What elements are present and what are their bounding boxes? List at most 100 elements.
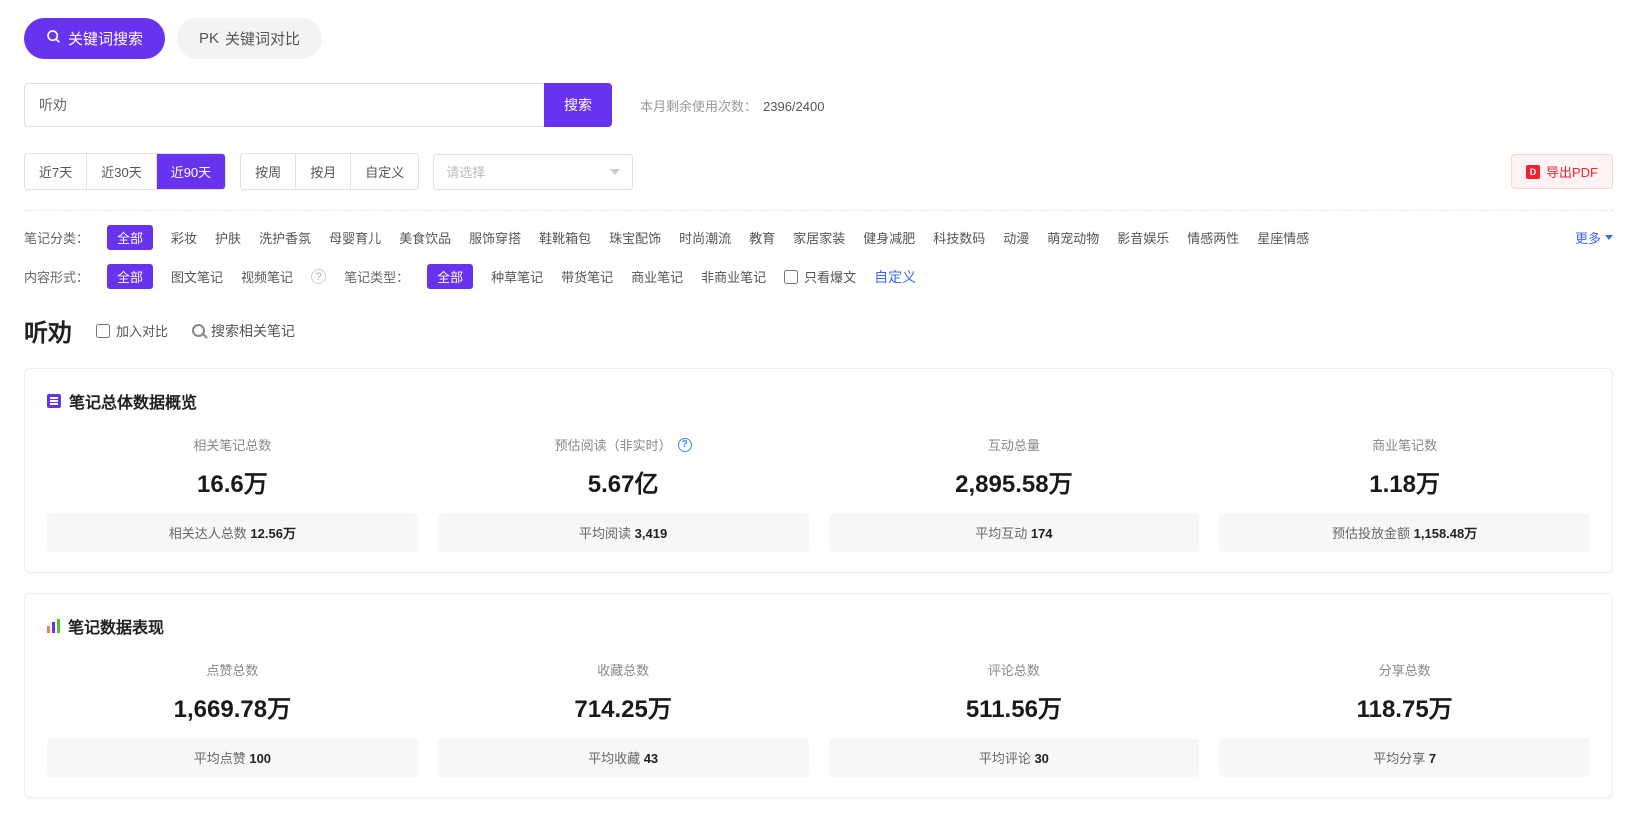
metric-item: 互动总量 2,895.58万 平均互动 174 [829,435,1200,552]
search-input[interactable] [24,83,544,127]
tab-label: 关键词搜索 [68,28,143,49]
metric-value: 1.18万 [1219,464,1590,499]
metric-value: 1,669.78万 [47,689,418,724]
metric-value: 118.75万 [1219,689,1590,724]
metric-item: 相关笔记总数 16.6万 相关达人总数 12.56万 [47,435,418,552]
metric-value: 714.25万 [438,689,809,724]
overview-card: 笔记总体数据概览 相关笔记总数 16.6万 相关达人总数 12.56万 预估阅读… [24,368,1613,573]
metric-sub: 相关达人总数 12.56万 [47,513,418,552]
metric-item: 点赞总数 1,669.78万 平均点赞 100 [47,660,418,777]
metric-item: 预估阅读（非实时）? 5.67亿 平均阅读 3,419 [438,435,809,552]
note-type-item[interactable]: 商业笔记 [631,267,683,286]
content-form-item[interactable]: 视频笔记 [241,267,293,286]
metric-value: 16.6万 [47,464,418,499]
list-icon [47,394,61,408]
category-item[interactable]: 珠宝配饰 [609,228,661,247]
category-item[interactable]: 影音娱乐 [1117,228,1169,247]
category-item[interactable]: 美食饮品 [399,228,451,247]
divider [24,210,1613,211]
metric-sub: 平均收藏 43 [438,738,809,777]
time-range-group: 近7天 近30天 近90天 [24,153,226,190]
info-icon[interactable]: ? [678,438,692,452]
category-item[interactable]: 动漫 [1003,228,1029,247]
metric-label: 点赞总数 [206,660,258,679]
metric-label: 收藏总数 [597,660,649,679]
note-type-item[interactable]: 带货笔记 [561,267,613,286]
search-related-notes[interactable]: 搜索相关笔记 [192,321,295,341]
hot-custom-link[interactable]: 自定义 [874,267,916,287]
content-and-type-row: 内容形式： 全部 图文笔记 视频笔记 ? 笔记类型： 全部 种草笔记 带货笔记 … [24,264,1613,289]
category-item[interactable]: 服饰穿搭 [469,228,521,247]
chevron-down-icon [610,169,620,175]
pk-prefix: PK [199,30,219,47]
search-icon [192,324,205,337]
category-item[interactable]: 健身减肥 [863,228,915,247]
content-form-all[interactable]: 全部 [107,264,153,289]
category-item[interactable]: 教育 [749,228,775,247]
note-type-item[interactable]: 种草笔记 [491,267,543,286]
category-more[interactable]: 更多 [1575,228,1613,247]
time-range-30d[interactable]: 近30天 [87,154,156,189]
search-icon [46,29,62,49]
category-item[interactable]: 护肤 [215,228,241,247]
metric-value: 511.56万 [829,689,1200,724]
time-range-7d[interactable]: 近7天 [25,154,87,189]
category-item[interactable]: 彩妆 [171,228,197,247]
granularity-custom[interactable]: 自定义 [351,154,418,189]
tab-keyword-search[interactable]: 关键词搜索 [24,18,165,59]
hot-only-checkbox[interactable]: 只看爆文 [784,267,856,286]
help-icon[interactable]: ? [311,269,326,284]
metric-sub: 平均评论 30 [829,738,1200,777]
performance-card: 笔记数据表现 点赞总数 1,669.78万 平均点赞 100 收藏总数 714.… [24,593,1613,798]
granularity-month[interactable]: 按月 [296,154,351,189]
category-item[interactable]: 科技数码 [933,228,985,247]
note-type-all[interactable]: 全部 [427,264,473,289]
content-form-item[interactable]: 图文笔记 [171,267,223,286]
category-item[interactable]: 萌宠动物 [1047,228,1099,247]
note-type-item[interactable]: 非商业笔记 [701,267,766,286]
category-item[interactable]: 母婴育儿 [329,228,381,247]
metric-sub: 平均阅读 3,419 [438,513,809,552]
metric-label: 分享总数 [1379,660,1431,679]
metric-value: 2,895.58万 [829,464,1200,499]
date-select[interactable]: 请选择 [433,154,633,190]
metric-item: 分享总数 118.75万 平均分享 7 [1219,660,1590,777]
metric-item: 收藏总数 714.25万 平均收藏 43 [438,660,809,777]
metric-label: 预估阅读（非实时）? [555,435,692,454]
category-all[interactable]: 全部 [107,225,153,250]
time-range-90d[interactable]: 近90天 [157,154,225,189]
card-title: 笔记总体数据概览 [47,389,1590,413]
bar-chart-icon [47,619,60,633]
filter-label: 笔记分类： [24,228,89,247]
category-item[interactable]: 星座情感 [1257,228,1309,247]
add-compare-input[interactable] [96,324,110,338]
category-item[interactable]: 鞋靴箱包 [539,228,591,247]
filter-label: 笔记类型： [344,267,409,286]
hot-only-input[interactable] [784,270,798,284]
metric-label: 相关笔记总数 [193,435,271,454]
search-button[interactable]: 搜索 [544,83,612,127]
result-keyword-title: 听劝 [24,313,72,348]
card-title: 笔记数据表现 [47,614,1590,638]
category-item[interactable]: 情感两性 [1187,228,1239,247]
metric-label: 商业笔记数 [1372,435,1437,454]
export-pdf-button[interactable]: D 导出PDF [1511,154,1613,189]
tab-label: 关键词对比 [225,28,300,49]
metric-sub: 预估投放金额 1,158.48万 [1219,513,1590,552]
metric-label: 评论总数 [988,660,1040,679]
metric-item: 评论总数 511.56万 平均评论 30 [829,660,1200,777]
granularity-group: 按周 按月 自定义 [240,153,419,190]
metric-value: 5.67亿 [438,464,809,499]
pdf-icon: D [1526,165,1540,179]
metric-sub: 平均分享 7 [1219,738,1590,777]
note-category-row: 笔记分类： 全部 彩妆 护肤 洗护香氛 母婴育儿 美食饮品 服饰穿搭 鞋靴箱包 … [24,225,1613,250]
chevron-down-icon [1605,235,1613,240]
filter-label: 内容形式： [24,267,89,286]
category-item[interactable]: 家居家装 [793,228,845,247]
category-item[interactable]: 时尚潮流 [679,228,731,247]
tab-keyword-compare[interactable]: PK 关键词对比 [177,18,322,59]
granularity-week[interactable]: 按周 [241,154,296,189]
category-item[interactable]: 洗护香氛 [259,228,311,247]
add-compare-checkbox[interactable]: 加入对比 [96,321,168,340]
metric-item: 商业笔记数 1.18万 预估投放金额 1,158.48万 [1219,435,1590,552]
